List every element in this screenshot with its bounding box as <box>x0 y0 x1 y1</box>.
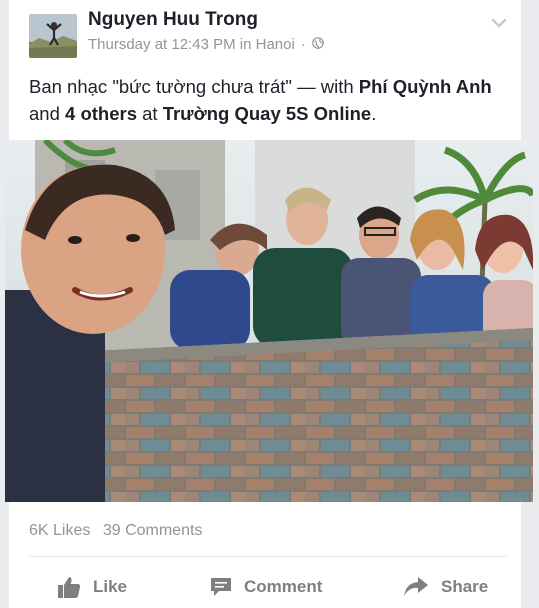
comments-count[interactable]: 39 Comments <box>103 522 203 539</box>
comment-label: Comment <box>244 577 323 596</box>
meta-separator: · <box>300 36 306 53</box>
post-photo[interactable] <box>5 140 533 502</box>
post-text: Ban nhạc "bức tường chưa trát" — with Ph… <box>29 73 509 127</box>
share-label: Share <box>441 577 489 596</box>
comment-icon <box>211 578 231 596</box>
globe-icon[interactable] <box>312 36 324 53</box>
chevron-down-icon[interactable] <box>491 16 507 28</box>
post-location[interactable]: Hanoi <box>256 36 295 53</box>
share-button[interactable]: Share <box>403 572 488 602</box>
divider <box>29 556 507 557</box>
comment-button[interactable]: Comment <box>210 572 322 602</box>
others-link[interactable]: 4 others <box>65 103 137 124</box>
thumbs-up-icon <box>58 577 81 598</box>
post-meta: Thursday at 12:43 PM in Hanoi · <box>88 36 324 53</box>
avatar[interactable] <box>29 14 77 58</box>
post-text-part: and <box>29 103 66 124</box>
post-text-part: at <box>136 103 163 124</box>
tagged-friend-link[interactable]: Phí Quỳnh Anh <box>359 76 492 97</box>
post-text-part: Ban nhạc "bức tường chưa trát" — with <box>29 76 359 97</box>
like-button[interactable]: Like <box>57 572 127 602</box>
post-text-part: . <box>371 103 377 124</box>
share-icon <box>404 577 428 596</box>
location-prefix: in <box>239 36 252 53</box>
post-card: Nguyen Huu Trong Thursday at 12:43 PM in… <box>5 0 533 608</box>
place-link[interactable]: Trường Quay 5S Online <box>163 103 372 124</box>
post-stats: 6K Likes 39 Comments <box>29 522 202 540</box>
like-label: Like <box>93 577 128 596</box>
post-time[interactable]: Thursday at 12:43 PM <box>88 36 236 53</box>
post-author[interactable]: Nguyen Huu Trong <box>88 9 258 31</box>
likes-count[interactable]: 6K Likes <box>29 522 90 539</box>
